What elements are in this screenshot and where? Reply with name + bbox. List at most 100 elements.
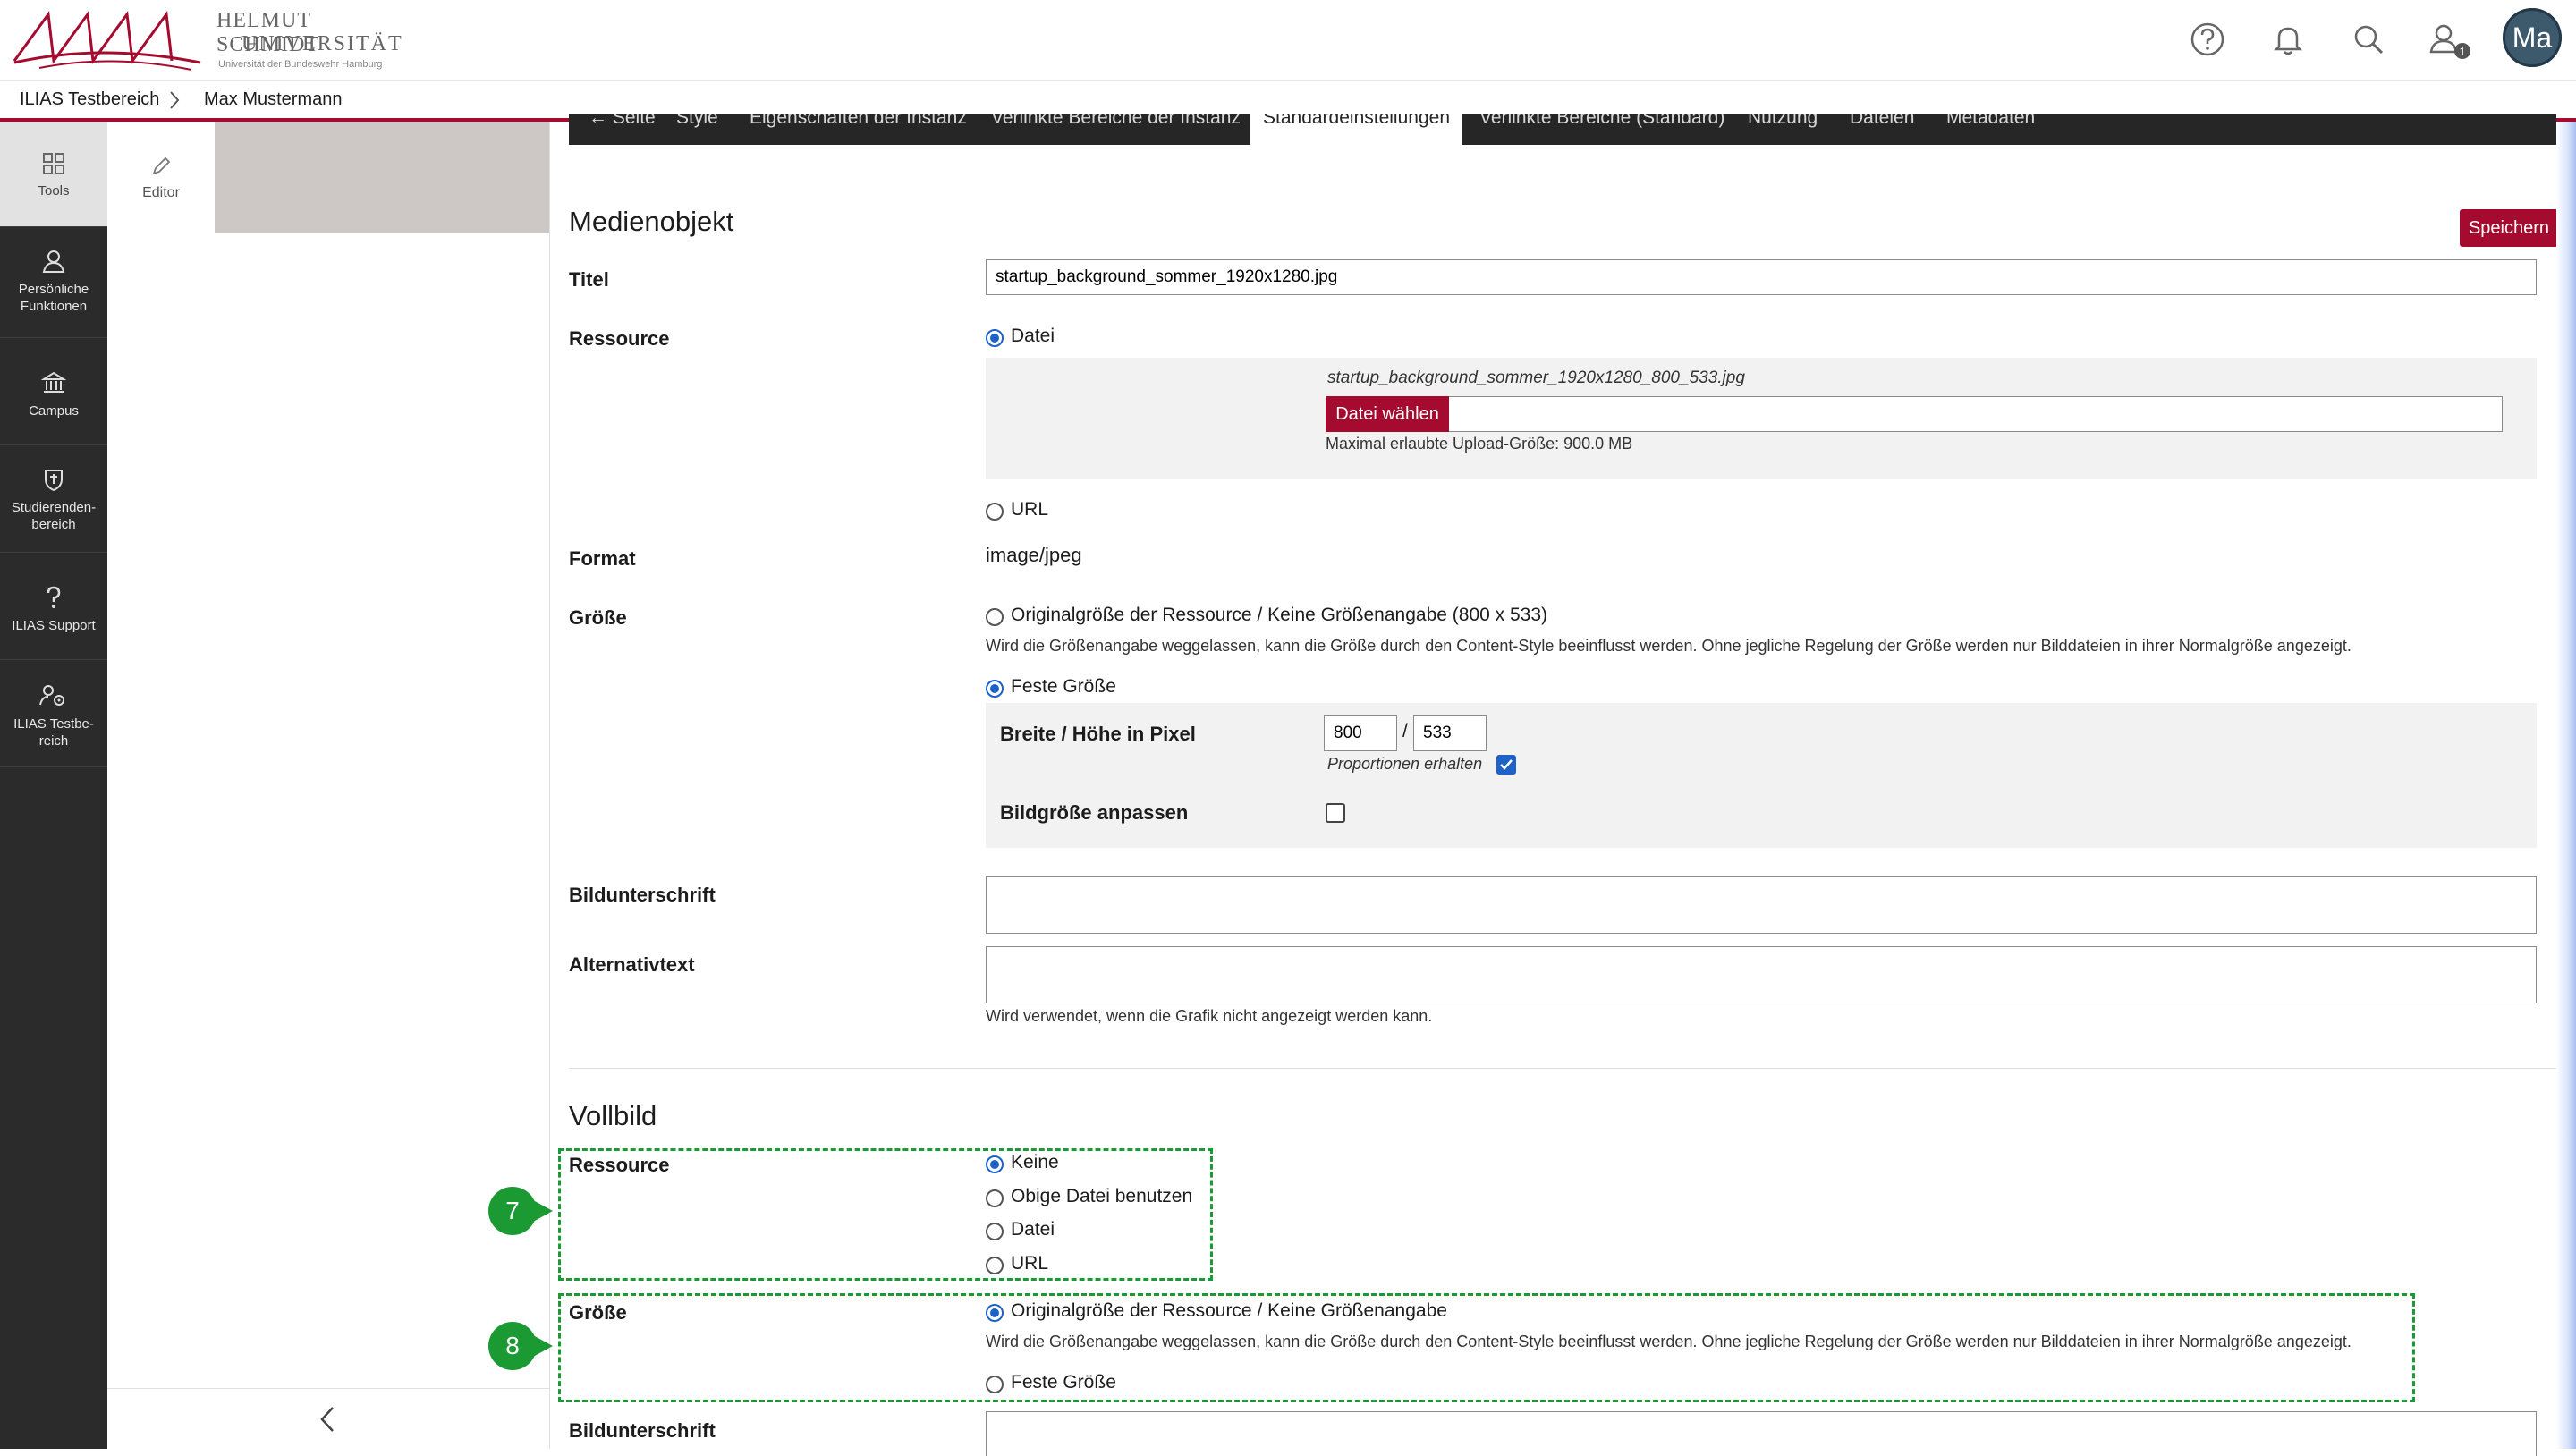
university-logo[interactable]: HELMUT SCHMIDT UNIVERSITÄT Universität d… — [13, 7, 406, 74]
tab-verlinkte-instanz[interactable]: Verlinkte Bereiche der Instanz — [991, 114, 1241, 129]
alternativtext-textarea[interactable] — [986, 946, 2537, 1003]
question-icon — [47, 586, 61, 608]
format-label: Format — [569, 547, 636, 570]
mainbar-item-campus[interactable]: Campus — [0, 340, 107, 445]
tab-label: Seite — [612, 114, 656, 128]
tab-seite[interactable]: ← Seite — [589, 114, 656, 129]
header: HELMUT SCHMIDT UNIVERSITÄT Universität d… — [0, 0, 2576, 81]
breadcrumb-item-user[interactable]: Max Mustermann — [204, 89, 343, 110]
person-icon — [42, 250, 65, 273]
groesse-fest-label: Feste Größe — [1011, 676, 1116, 697]
groesse-fest-radio[interactable] — [986, 680, 1004, 698]
annotation-box-8 — [558, 1293, 2415, 1402]
alternativtext-info: Wird verwendet, wenn die Grafik nicht an… — [986, 1007, 1433, 1025]
hoehe-input[interactable] — [1413, 715, 1487, 751]
avatar[interactable]: Ma — [2503, 8, 2562, 67]
ressource-datei-radio[interactable] — [986, 329, 1004, 347]
section-divider — [569, 1068, 2556, 1069]
breadcrumb-item-testbereich[interactable]: ILIAS Testbereich — [20, 89, 159, 110]
ressource-url-label: URL — [1011, 499, 1049, 520]
mainbar-label: Studierenden-bereich — [11, 500, 97, 532]
fixed-size-panel — [986, 703, 2537, 848]
slate-placeholder — [215, 122, 549, 233]
bildgroesse-label: Bildgröße anpassen — [1000, 801, 1189, 824]
notifications-button[interactable] — [2265, 16, 2311, 63]
choose-file-button[interactable]: Datei wählen — [1326, 396, 1449, 432]
ressource-url-radio[interactable] — [986, 503, 1004, 521]
size-separator: / — [1402, 721, 1408, 741]
user-menu-button[interactable]: 1 — [2424, 16, 2470, 63]
current-file-name: startup_background_sommer_1920x1280_800_… — [1327, 368, 1745, 387]
mainbar-item-support[interactable]: ILIAS Support — [0, 554, 107, 660]
tab-dateien[interactable]: Dateien — [1850, 114, 1914, 129]
mainbar-label: Tools — [38, 183, 70, 199]
bildgroesse-checkbox[interactable] — [1326, 803, 1345, 823]
tab-standardeinstellungen[interactable]: Standardeinstellungen — [1250, 114, 1462, 145]
format-value: image/jpeg — [986, 544, 1082, 566]
breite-hoehe-label: Breite / Höhe in Pixel — [1000, 723, 1196, 745]
page-edge-scrollbar[interactable] — [2556, 122, 2576, 1449]
tabs-bar: ← Seite Style Eigenschaften der Instanz … — [569, 114, 2556, 145]
mainbar-item-testbereich[interactable]: ILIAS Testbe-reich — [0, 662, 107, 767]
tools-icon — [43, 153, 64, 174]
mainbar-label: ILIAS Support — [12, 618, 96, 633]
groesse-original-label: Originalgröße der Ressource / Keine Größ… — [1011, 605, 1547, 625]
search-icon — [2354, 25, 2384, 55]
tab-style[interactable]: Style — [676, 114, 718, 129]
ressource-datei-label: Datei — [1011, 326, 1055, 346]
tab-metadaten[interactable]: Metadaten — [1946, 114, 2035, 129]
mainbar-label: Campus — [29, 403, 79, 419]
mainbar-item-studierenden[interactable]: Studierenden-bereich — [0, 447, 107, 553]
annotation-arrow-8 — [533, 1335, 553, 1357]
logo-mark-icon — [13, 11, 201, 71]
tab-verlinkte-standard[interactable]: Verlinkte Bereiche (Standard) — [1479, 114, 1724, 129]
titel-label: Titel — [569, 268, 609, 291]
ressource-label: Ressource — [569, 327, 670, 350]
mainbar-item-tools[interactable]: Tools — [0, 122, 107, 227]
groesse-info: Wird die Größenangabe weggelassen, kann … — [986, 637, 2351, 655]
proportionen-label: Proportionen erhalten — [1327, 755, 1483, 773]
tool-slate — [107, 122, 550, 1449]
chevron-right-icon — [170, 91, 180, 109]
search-button[interactable] — [2345, 16, 2392, 63]
groesse-original-radio[interactable] — [986, 608, 1004, 626]
logo-text-line2: UNIVERSITÄT — [242, 32, 403, 55]
file-input[interactable] — [1326, 396, 2503, 432]
breite-input[interactable] — [1324, 715, 1397, 751]
pencil-icon — [152, 157, 171, 175]
mainbar-item-personal[interactable]: Persönliche Funktionen — [0, 233, 107, 338]
mainbar-label: ILIAS Testbe-reich — [13, 716, 94, 749]
bildunterschrift-textarea[interactable] — [986, 876, 2537, 934]
shield-icon — [45, 470, 63, 492]
section-heading-medienobjekt: Medienobjekt — [569, 206, 734, 237]
annotation-marker-7: 7 — [488, 1187, 537, 1235]
logo-text-line3: Universität der Bundeswehr Hamburg — [218, 59, 383, 70]
vollbild-bildunterschrift-textarea[interactable] — [986, 1411, 2537, 1456]
annotation-box-7 — [558, 1148, 1213, 1281]
editor-label: Editor — [142, 185, 180, 200]
annotation-marker-8: 8 — [488, 1322, 537, 1370]
save-button[interactable]: Speichern — [2460, 209, 2558, 247]
tab-eigenschaften[interactable]: Eigenschaften der Instanz — [750, 114, 967, 129]
bell-icon — [2273, 27, 2303, 55]
annotation-arrow-7 — [533, 1200, 553, 1222]
bildunterschrift-label: Bildunterschrift — [569, 884, 716, 906]
section-heading-vollbild: Vollbild — [569, 1100, 657, 1131]
max-upload-info: Maximal erlaubte Upload-Größe: 900.0 MB — [1326, 435, 1633, 453]
groesse-label: Größe — [569, 606, 627, 629]
titel-input[interactable] — [986, 259, 2537, 295]
alternativtext-label: Alternativtext — [569, 953, 695, 976]
editor-tool-button[interactable]: Editor — [107, 122, 215, 233]
help-button[interactable] — [2184, 16, 2231, 63]
tab-nutzung[interactable]: Nutzung — [1748, 114, 1818, 129]
notification-badge: 1 — [2454, 43, 2470, 59]
mainbar: Tools Persönliche Funktionen Campus Stud… — [0, 122, 107, 1449]
gear-users-icon — [39, 685, 64, 706]
proportionen-checkbox[interactable] — [1496, 755, 1516, 775]
vollbild-bildunterschrift-label: Bildunterschrift — [569, 1419, 716, 1442]
campus-icon — [41, 371, 66, 393]
mainbar-label: Persönliche Funktionen — [18, 282, 89, 314]
help-icon — [2190, 22, 2224, 56]
chevron-left-icon[interactable] — [318, 1405, 336, 1434]
checkmark-icon — [1500, 759, 1513, 770]
